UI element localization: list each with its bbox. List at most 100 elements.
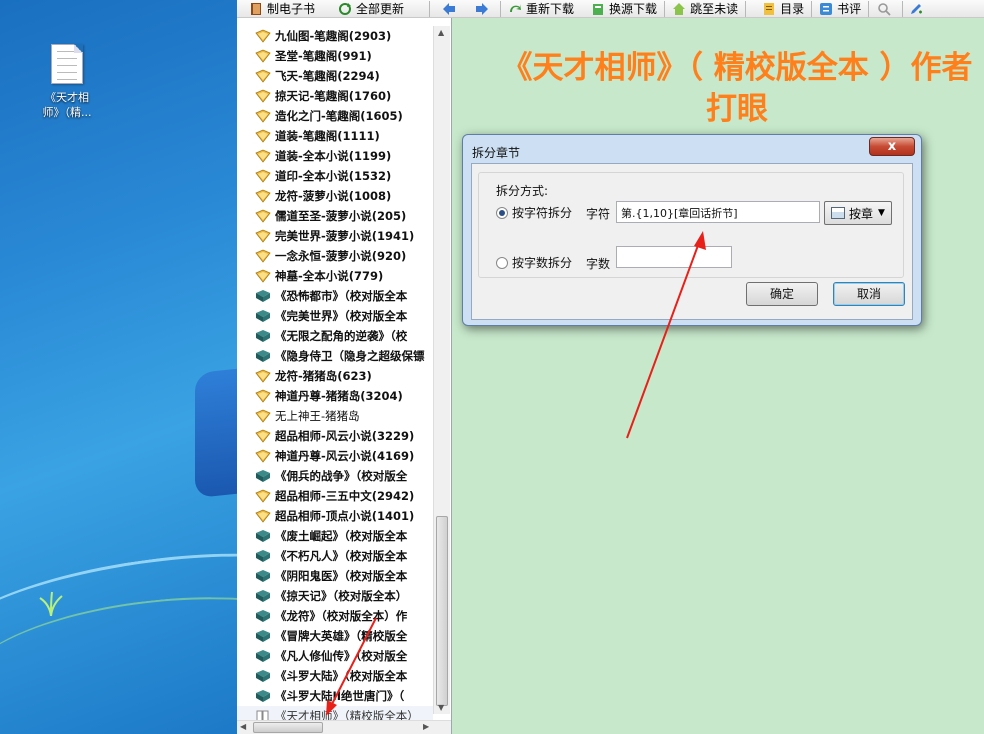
book-list-item-label: 《无限之配角的逆袭》（校 xyxy=(275,329,408,343)
book-list-item-label: 《斗罗大陆II绝世唐门》（ xyxy=(275,689,405,703)
back-button[interactable] xyxy=(432,0,465,17)
book-list-item-label: 圣堂-笔趣阁(991) xyxy=(275,49,372,63)
edit-button[interactable] xyxy=(905,0,932,17)
redownload-button[interactable]: 重新下载 xyxy=(503,0,579,17)
dialog-title: 拆分章节 xyxy=(472,146,521,160)
book-list-item[interactable]: 完美世界-菠萝小说(1941) xyxy=(237,226,433,246)
desktop-file-icon[interactable]: 《天才相 师》（精... xyxy=(32,44,102,120)
windows-logo xyxy=(195,366,237,499)
book-list-item[interactable]: 超品相师-风云小说(3229) xyxy=(237,426,433,446)
scroll-up-arrow-icon[interactable]: ▲ xyxy=(438,28,444,37)
folder-icon xyxy=(255,429,271,443)
book-icon xyxy=(256,650,270,662)
book-list-item[interactable]: 《斗罗大陆》（校对版全本 xyxy=(237,666,433,686)
book-title-line: 《天才相师》（ 精校版全本 ）作者 xyxy=(501,50,973,86)
refresh-icon xyxy=(339,2,352,15)
window-icon xyxy=(831,207,845,219)
pencil-icon xyxy=(911,3,923,14)
comments-button[interactable]: 书评 xyxy=(814,0,866,17)
book-list-item[interactable]: 神道丹尊-猪猪岛(3204) xyxy=(237,386,433,406)
book-list-item[interactable]: 《废土崛起》（校对版全本 xyxy=(237,526,433,546)
book-list-item[interactable]: 造化之门-笔趣阁(1605) xyxy=(237,106,433,126)
make-ebook-button[interactable]: 制电子书 xyxy=(237,0,320,17)
search-button[interactable] xyxy=(871,0,900,17)
book-list-item[interactable]: 神墓-全本小说(779) xyxy=(237,266,433,286)
chapter-type-label: 按章 xyxy=(849,206,874,221)
scroll-left-arrow-icon[interactable]: ◀ xyxy=(240,722,246,731)
toc-button[interactable]: 目录 xyxy=(748,0,809,17)
update-all-button[interactable]: 全部更新 xyxy=(320,0,409,17)
forward-button[interactable] xyxy=(465,0,498,17)
book-list-item[interactable]: 《龙符》（校对版全本）作 xyxy=(237,606,433,626)
radio-unselected-icon xyxy=(496,256,508,269)
toolbar-separator xyxy=(500,0,502,17)
split-by-count-radio[interactable]: 按字数拆分 xyxy=(496,254,572,271)
toolbar-separator xyxy=(902,0,904,17)
folder-icon xyxy=(255,149,271,163)
book-list-item-label: 《完美世界》（校对版全本 xyxy=(275,309,408,323)
vertical-scrollbar[interactable]: ▲ ▼ xyxy=(433,26,450,714)
book-list-item[interactable]: 《不朽凡人》（校对版全本 xyxy=(237,546,433,566)
book-list-item[interactable]: 《无限之配角的逆袭》（校 xyxy=(237,326,433,346)
cancel-button[interactable]: 取消 xyxy=(833,282,905,306)
book-list: 九仙图-笔趣阁(2903) 圣堂-笔趣阁(991) 飞天-笔趣阁(2294) 掠天记-… xyxy=(237,26,433,726)
book-list-item-label: 超品相师-三五中文(2942) xyxy=(275,489,415,503)
book-list-item[interactable]: 《阴阳鬼医》（校对版全本 xyxy=(237,566,433,586)
scrollbar-thumb[interactable] xyxy=(253,722,323,733)
book-list-item[interactable]: 飞天-笔趣阁(2294) xyxy=(237,66,433,86)
book-list-item[interactable]: 圣堂-笔趣阁(991) xyxy=(237,46,433,66)
split-by-count-label: 按字数拆分 xyxy=(512,256,573,270)
jump-unread-button[interactable]: 跳至未读 xyxy=(667,0,743,17)
scroll-right-arrow-icon[interactable]: ▶ xyxy=(423,722,429,731)
book-list-item-label: 《隐身侍卫（隐身之超级保镖 xyxy=(275,349,425,363)
book-list-item[interactable]: 《完美世界》（校对版全本 xyxy=(237,306,433,326)
book-list-item-label: 超品相师-风云小说(3229) xyxy=(275,429,415,443)
book-list-item-label: 一念永恒-菠萝小说(920) xyxy=(275,249,407,263)
book-list-item[interactable]: 《佣兵的战争》（校对版全 xyxy=(237,466,433,486)
arrow-left-icon xyxy=(443,2,456,15)
folder-icon xyxy=(255,269,271,283)
split-by-char-radio[interactable]: 按字符拆分 xyxy=(496,204,572,221)
book-list-item[interactable]: 道装-笔趣阁(1111) xyxy=(237,126,433,146)
book-icon xyxy=(256,610,270,622)
book-list-item[interactable]: 道装-全本小说(1199) xyxy=(237,146,433,166)
folder-icon xyxy=(255,89,271,103)
book-list-item[interactable]: 《隐身侍卫（隐身之超级保镖 xyxy=(237,346,433,366)
book-list-item-label: 《废土崛起》（校对版全本 xyxy=(275,529,408,543)
book-list-item[interactable]: 超品相师-顶点小说(1401) xyxy=(237,506,433,526)
book-list-item[interactable]: 儒道至圣-菠萝小说(205) xyxy=(237,206,433,226)
book-list-item-label: 道印-全本小说(1532) xyxy=(275,169,392,183)
toolbar-separator xyxy=(429,0,431,17)
folder-icon xyxy=(255,169,271,183)
scrollbar-thumb[interactable] xyxy=(436,516,448,706)
book-list-item[interactable]: 龙符-猪猪岛(623) xyxy=(237,366,433,386)
close-button[interactable]: x xyxy=(869,137,915,156)
book-list-item[interactable]: 超品相师-三五中文(2942) xyxy=(237,486,433,506)
book-list-item[interactable]: 龙符-菠萝小说(1008) xyxy=(237,186,433,206)
desktop-background: 《天才相 师》（精... xyxy=(0,0,237,734)
book-list-item[interactable]: 九仙图-笔趣阁(2903) xyxy=(237,26,433,46)
ok-button[interactable]: 确定 xyxy=(746,282,818,306)
book-list-item[interactable]: 《冒牌大英雄》（精校版全 xyxy=(237,626,433,646)
book-list-item[interactable]: 《掠天记》（校对版全本） xyxy=(237,586,433,606)
book-list-item[interactable]: 《恐怖都市》（校对版全本 xyxy=(237,286,433,306)
book-list-item[interactable]: 一念永恒-菠萝小说(920) xyxy=(237,246,433,266)
book-list-item[interactable]: 道印-全本小说(1532) xyxy=(237,166,433,186)
folder-icon xyxy=(255,389,271,403)
book-list-item[interactable]: 掠天记-笔趣阁(1760) xyxy=(237,86,433,106)
book-icon xyxy=(256,690,270,702)
word-count-input[interactable] xyxy=(616,246,732,268)
folder-icon xyxy=(255,369,271,383)
chapter-type-dropdown[interactable]: 按章 ▼ xyxy=(824,201,892,225)
jump-unread-label: 跳至未读 xyxy=(690,2,739,16)
book-list-item[interactable]: 无上神王-猪猪岛 xyxy=(237,406,433,426)
radio-selected-icon xyxy=(496,206,508,219)
toolbar-separator xyxy=(664,0,666,17)
horizontal-scrollbar[interactable]: ◀ ▶ xyxy=(237,720,451,734)
scroll-down-arrow-icon[interactable]: ▼ xyxy=(438,703,444,712)
char-pattern-input[interactable]: 第.{1,10}[章回话折节] xyxy=(616,201,820,223)
book-list-item[interactable]: 《斗罗大陆II绝世唐门》（ xyxy=(237,686,433,706)
switch-source-button[interactable]: 换源下载 xyxy=(579,0,662,17)
book-list-item[interactable]: 《凡人修仙传》（校对版全 xyxy=(237,646,433,666)
book-list-item[interactable]: 神道丹尊-风云小说(4169) xyxy=(237,446,433,466)
